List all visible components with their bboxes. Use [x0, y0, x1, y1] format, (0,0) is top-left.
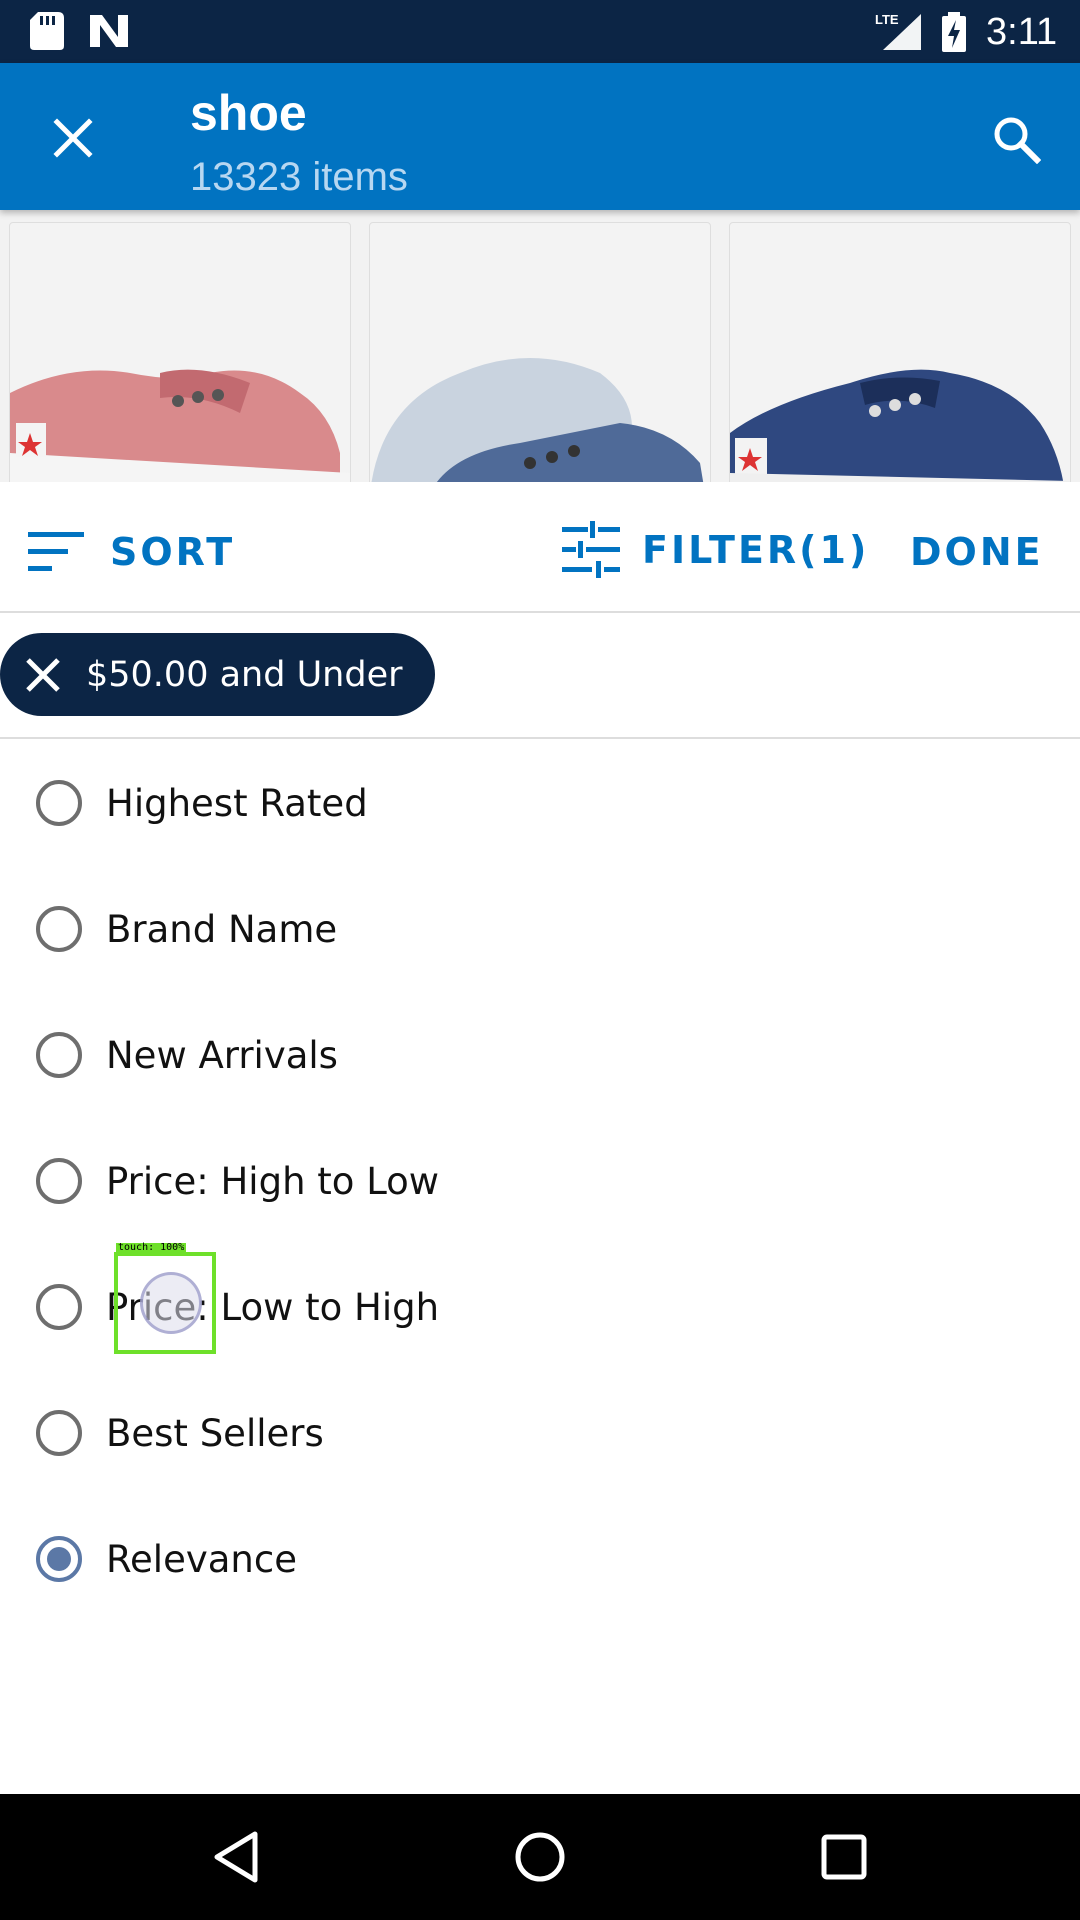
radio-button[interactable]	[36, 1158, 82, 1204]
sd-card-icon	[30, 12, 64, 50]
radio-button[interactable]	[36, 780, 82, 826]
product-card[interactable]	[369, 222, 711, 482]
sort-icon	[28, 532, 84, 571]
sort-option-relevance[interactable]: Relevance	[0, 1496, 1080, 1622]
battery-charging-icon	[942, 12, 966, 52]
divider	[0, 611, 1080, 613]
search-icon	[994, 117, 1041, 164]
touch-indicator-label: touch: 100%	[116, 1242, 187, 1253]
filter-sliders-icon	[562, 521, 620, 578]
touch-indicator-box	[114, 1252, 216, 1354]
search-button[interactable]	[980, 103, 1052, 175]
status-bar: LTE 3:11	[0, 0, 1080, 63]
recents-square-icon	[821, 1834, 867, 1880]
home-circle-icon	[515, 1832, 565, 1882]
radio-button[interactable]	[36, 1284, 82, 1330]
radio-button[interactable]	[36, 1410, 82, 1456]
remove-filter-button[interactable]	[0, 633, 86, 716]
product-thumbnails	[0, 210, 1080, 482]
blue-shoe-image	[371, 358, 704, 482]
sort-option-new-arrivals[interactable]: New Arrivals	[0, 992, 1080, 1118]
done-label: DONE	[910, 530, 1044, 574]
n-notification-icon	[90, 15, 128, 47]
close-search-button[interactable]	[36, 101, 110, 175]
filter-button[interactable]: FILTER(1)	[560, 518, 869, 582]
close-icon	[53, 118, 93, 158]
sort-option-price-high-to-low[interactable]: Price: High to Low	[0, 1118, 1080, 1244]
sort-option-brand-name[interactable]: Brand Name	[0, 866, 1080, 992]
sort-option-label: Price: High to Low	[106, 1159, 440, 1203]
item-count: 13323 items	[190, 155, 408, 199]
sort-option-best-sellers[interactable]: Best Sellers	[0, 1370, 1080, 1496]
sort-option-highest-rated[interactable]: Highest Rated	[0, 740, 1080, 866]
done-button[interactable]: DONE	[910, 522, 1044, 582]
recents-button[interactable]	[804, 1822, 884, 1892]
pink-shoe-image	[10, 369, 350, 482]
lte-signal-icon: LTE	[875, 12, 921, 50]
sort-option-label: Highest Rated	[106, 781, 368, 825]
back-triangle-icon	[214, 1831, 258, 1883]
sort-option-label: Brand Name	[106, 907, 338, 951]
navy-shoe-image	[730, 369, 1070, 482]
radio-button[interactable]	[36, 906, 82, 952]
radio-button-checked[interactable]	[36, 1536, 82, 1582]
sort-option-label: New Arrivals	[106, 1033, 338, 1077]
close-icon	[26, 657, 60, 692]
status-time: 3:11	[986, 11, 1058, 53]
product-card[interactable]	[729, 222, 1071, 482]
navigation-bar	[0, 1794, 1080, 1920]
sort-button[interactable]: SORT	[26, 522, 235, 582]
active-filter-chip[interactable]: $50.00 and Under	[0, 633, 435, 716]
sort-label: SORT	[110, 530, 236, 574]
search-query-title: shoe	[190, 85, 307, 141]
home-button[interactable]	[500, 1822, 580, 1892]
sort-filter-toolbar: SORT FILTER(1) DONE	[0, 482, 1080, 612]
network-type: LTE	[875, 12, 899, 27]
sort-option-label: Best Sellers	[106, 1411, 324, 1455]
filter-label: FILTER(1)	[642, 528, 870, 572]
back-button[interactable]	[196, 1822, 276, 1892]
radio-button[interactable]	[36, 1032, 82, 1078]
divider	[0, 737, 1080, 739]
product-card[interactable]	[9, 222, 351, 482]
active-filter-label: $50.00 and Under	[86, 654, 403, 695]
app-bar: shoe 13323 items	[0, 63, 1080, 210]
sort-option-label: Relevance	[106, 1537, 297, 1581]
